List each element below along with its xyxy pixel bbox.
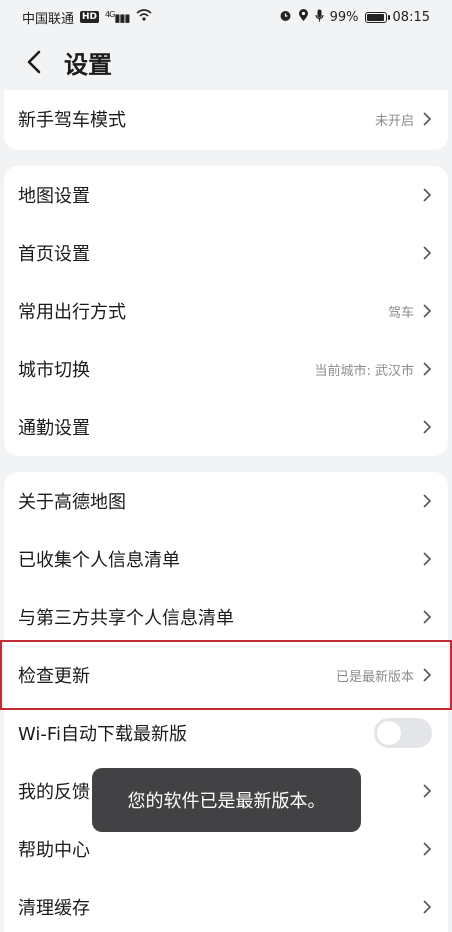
header: 设置 bbox=[0, 34, 452, 90]
chevron-right-icon bbox=[422, 609, 432, 625]
row-label: 帮助中心 bbox=[18, 840, 90, 861]
wifi-icon bbox=[135, 9, 152, 25]
alarm-icon bbox=[279, 9, 292, 26]
row-value: 已是最新版本 bbox=[335, 669, 414, 685]
toggle-knob bbox=[377, 721, 401, 745]
microphone-icon bbox=[315, 9, 324, 26]
city-switch-row[interactable]: 城市切换 当前城市: 武汉市 bbox=[4, 340, 448, 398]
row-label: 常用出行方式 bbox=[18, 302, 126, 323]
row-label: 与第三方共享个人信息清单 bbox=[18, 608, 234, 629]
carrier-name: 中国联通 bbox=[22, 11, 75, 27]
location-icon bbox=[298, 8, 309, 26]
row-label: 检查更新 bbox=[18, 666, 90, 687]
chevron-right-icon bbox=[422, 419, 432, 435]
travel-mode-row[interactable]: 常用出行方式 驾车 bbox=[4, 282, 448, 340]
status-left: 中国联通 HD 4G▮▮▮ bbox=[22, 8, 152, 27]
third-party-sharing-row[interactable]: 与第三方共享个人信息清单 bbox=[4, 588, 448, 646]
chevron-right-icon bbox=[422, 551, 432, 567]
chevron-right-icon bbox=[422, 899, 432, 915]
chevron-right-icon bbox=[422, 361, 432, 377]
row-label: 城市切换 bbox=[18, 360, 90, 381]
back-arrow-icon[interactable] bbox=[12, 40, 56, 84]
map-settings-row[interactable]: 地图设置 bbox=[4, 166, 448, 224]
status-right: 99% 08:15 bbox=[279, 8, 430, 26]
battery-icon bbox=[364, 11, 390, 23]
row-label: 通勤设置 bbox=[18, 418, 90, 439]
status-bar: 中国联通 HD 4G▮▮▮ 99% 08:15 bbox=[0, 0, 452, 34]
hd-icon: HD bbox=[80, 11, 100, 23]
settings-group-map: 地图设置 首页设置 常用出行方式 驾车 城市切换 当前城市: 武汉市 通勤设置 bbox=[4, 166, 448, 456]
update-toast: 您的软件已是最新版本。 bbox=[92, 768, 361, 832]
row-value: 当前城市: 武汉市 bbox=[314, 363, 414, 379]
row-label: 清理缓存 bbox=[18, 898, 90, 919]
row-label: 地图设置 bbox=[18, 186, 90, 207]
chevron-right-icon bbox=[422, 841, 432, 857]
wifi-auto-download-toggle[interactable] bbox=[374, 718, 432, 748]
check-update-row[interactable]: 检查更新 已是最新版本 bbox=[4, 646, 448, 704]
chevron-right-icon bbox=[422, 667, 432, 683]
settings-group-about: 关于高德地图 已收集个人信息清单 与第三方共享个人信息清单 检查更新 已是最新版… bbox=[4, 472, 448, 932]
chevron-right-icon bbox=[422, 783, 432, 799]
row-value: 驾车 bbox=[387, 305, 414, 321]
row-label: Wi-Fi自动下载最新版 bbox=[18, 724, 187, 745]
clock-time: 08:15 bbox=[392, 9, 430, 25]
battery-percent: 99% bbox=[329, 9, 359, 25]
page-title: 设置 bbox=[64, 50, 112, 79]
chevron-right-icon bbox=[422, 303, 432, 319]
commute-settings-row[interactable]: 通勤设置 bbox=[4, 398, 448, 456]
row-label: 已收集个人信息清单 bbox=[18, 550, 180, 571]
chevron-right-icon bbox=[422, 111, 432, 127]
row-label: 关于高德地图 bbox=[18, 492, 126, 513]
chevron-right-icon bbox=[422, 493, 432, 509]
chevron-right-icon bbox=[422, 187, 432, 203]
novice-driving-mode-row[interactable]: 新手驾车模式 未开启 bbox=[4, 90, 448, 148]
clear-cache-row[interactable]: 清理缓存 bbox=[4, 878, 448, 932]
row-value: 未开启 bbox=[374, 113, 414, 129]
row-label: 首页设置 bbox=[18, 244, 90, 265]
collected-info-row[interactable]: 已收集个人信息清单 bbox=[4, 530, 448, 588]
row-label: 新手驾车模式 bbox=[18, 110, 126, 131]
chevron-right-icon bbox=[422, 245, 432, 261]
home-settings-row[interactable]: 首页设置 bbox=[4, 224, 448, 282]
network-type: 4G bbox=[105, 9, 115, 19]
about-row[interactable]: 关于高德地图 bbox=[4, 472, 448, 530]
signal-icon: 4G▮▮▮ bbox=[105, 9, 130, 25]
wifi-auto-download-row: Wi-Fi自动下载最新版 bbox=[4, 704, 448, 762]
settings-group-driving: 新手驾车模式 未开启 bbox=[4, 90, 448, 150]
